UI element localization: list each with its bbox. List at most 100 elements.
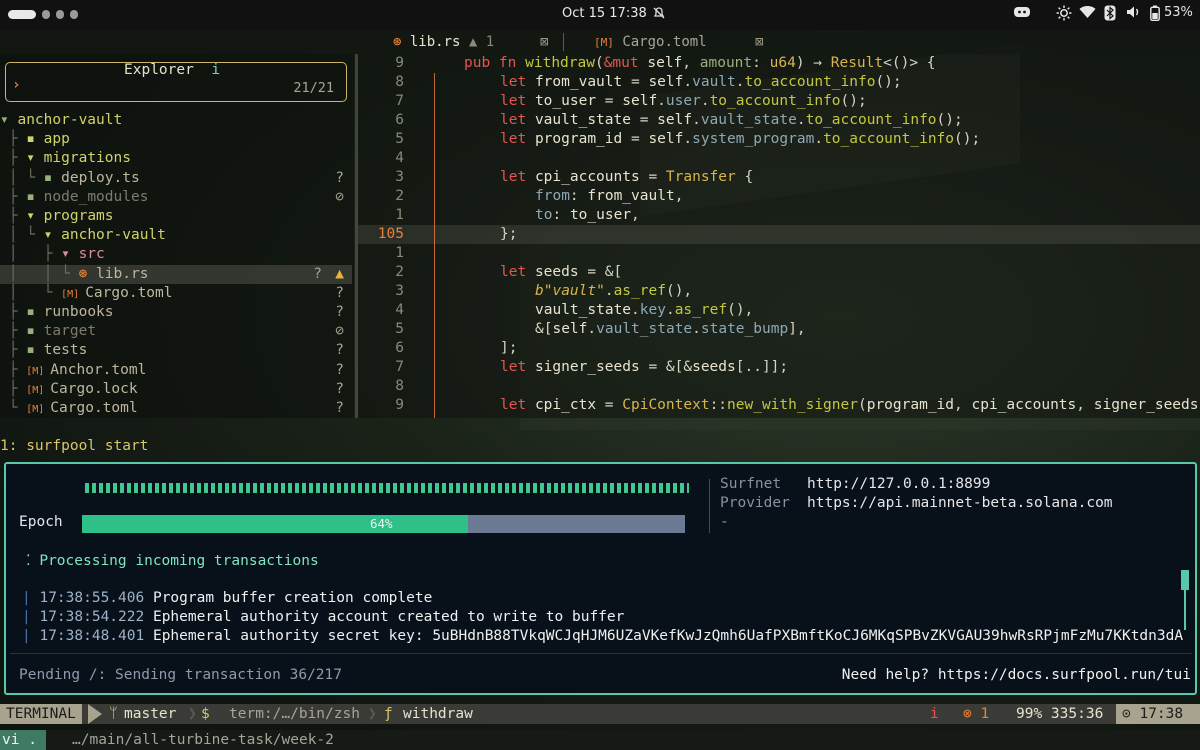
system-top-bar: Oct 15 17:38 53%: [0, 0, 1200, 30]
line-number: 5: [395, 131, 404, 147]
close-icon[interactable]: ⊠: [540, 34, 548, 50]
tree-item[interactable]: └ [M] Cargo.toml?: [0, 399, 352, 418]
code-line: let cpi_ctx = CpiContext::new_with_signe…: [500, 397, 1199, 413]
workspace-indicator[interactable]: [56, 10, 64, 19]
line-number: 6: [395, 340, 404, 356]
tab-cargo-toml[interactable]: [M] Cargo.toml: [594, 34, 707, 50]
log-entry: | 17:38:48.401 Ephemeral authority secre…: [22, 628, 1183, 644]
tree-guide: │ └: [0, 227, 44, 244]
code-line: let program_id = self.system_program.to_…: [500, 131, 981, 147]
tree-item[interactable]: ├ ▾ programs: [0, 207, 352, 226]
info-icon: i: [930, 706, 939, 722]
workspace-indicator[interactable]: [42, 10, 50, 19]
tree-item-label: target: [43, 323, 97, 340]
toml-file-icon: [M]: [594, 36, 614, 49]
toml-file-icon: [M]: [26, 404, 51, 415]
code-line: let from_vault = self.vault.to_account_i…: [500, 74, 902, 90]
explorer-count: 21/21: [293, 80, 334, 96]
tree-item[interactable]: │ ├ ▾ src: [0, 245, 352, 264]
processing-status: ⁚ Processing incoming transactions: [26, 553, 319, 569]
help-link[interactable]: Need help? https://docs.surfpool.run/tui: [842, 667, 1191, 683]
error-count[interactable]: ⊗ 1: [963, 704, 989, 724]
workspace-indicator-active[interactable]: [8, 10, 36, 19]
folder-open-icon: ▾: [26, 150, 44, 167]
surfnet-label: Surfnet: [720, 476, 782, 492]
tree-item[interactable]: ├ ▪ app: [0, 130, 352, 149]
tree-item[interactable]: │ └ [M] Cargo.toml?: [0, 284, 352, 303]
bluetooth-icon[interactable]: [1104, 5, 1116, 25]
tree-item[interactable]: │ └ ▾ anchor-vault: [0, 226, 352, 245]
explorer-search-box[interactable]: Explorer i › 21/21: [5, 62, 347, 102]
close-icon[interactable]: ⊠: [755, 34, 763, 50]
clock-icon: ⊙: [1122, 706, 1131, 722]
current-function: withdraw: [403, 706, 473, 722]
tree-guide: ├: [0, 361, 27, 378]
line-number: 5: [395, 321, 404, 337]
tab-label: lib.rs: [409, 34, 461, 50]
provider-url[interactable]: https://api.mainnet-beta.solana.com: [807, 495, 1113, 511]
folder-icon: ▪: [26, 342, 44, 359]
log-entry: | 17:38:54.222 Ephemeral authority accou…: [22, 609, 624, 625]
wifi-icon[interactable]: [1079, 5, 1096, 23]
code-line: b"vault".as_ref(),: [535, 283, 693, 299]
epoch-percent: 64%: [370, 516, 393, 531]
provider-label: Provider: [720, 495, 790, 511]
clock[interactable]: Oct 15 17:38: [562, 6, 647, 21]
scrollbar-track[interactable]: [1184, 590, 1186, 630]
current-line-highlight: [358, 225, 1200, 244]
epoch-progress-fill: [82, 515, 468, 533]
line-number: 8: [395, 378, 404, 394]
tree-item[interactable]: ├ ▾ migrations: [0, 149, 352, 168]
tree-item[interactable]: ├ [M] Anchor.toml?: [0, 361, 352, 380]
tree-item-label: Anchor.toml: [50, 361, 147, 378]
tree-item-label: src: [78, 246, 105, 263]
tree-guide: │ └: [0, 169, 44, 186]
line-number: 2: [395, 188, 404, 204]
tree-item[interactable]: ├ ▪ node_modules ⊘: [0, 188, 352, 207]
tree-item-label: runbooks: [43, 304, 114, 320]
log-bar: |: [22, 609, 40, 625]
folder-open-icon: ▾: [0, 112, 18, 128]
tree-item[interactable]: │ └ ▪ deploy.ts?: [0, 169, 352, 188]
tree-item-label: Cargo.toml: [50, 400, 138, 416]
scrollbar-thumb[interactable]: [1181, 570, 1189, 590]
discord-icon[interactable]: [1013, 5, 1031, 23]
tree-item[interactable]: ├ ▪ target ⊘: [0, 322, 352, 341]
info-icon: i: [211, 62, 221, 78]
code-editor[interactable]: 9 8 7 6 5 4 3 2 1 105 1 2 3 4 5 6 7 8 9 pub fn withdraw(&m…: [358, 54, 1200, 418]
workspace-indicator[interactable]: [70, 10, 78, 19]
tree-item-label: lib.rs: [96, 265, 149, 282]
tab-lib-rs[interactable]: ⊛ lib.rs ▲ 1: [393, 34, 494, 50]
bell-off-icon[interactable]: [652, 6, 666, 24]
log-message: Ephemeral authority secret key: 5uBHdnB8…: [152, 628, 1184, 644]
log-timestamp: 17:38:55.406: [39, 590, 153, 606]
status-clock: ⊙ 17:38: [1116, 704, 1200, 724]
battery-icon[interactable]: [1150, 5, 1160, 25]
brightness-icon[interactable]: [1056, 5, 1072, 25]
folder-open-icon: ▾: [61, 246, 79, 263]
tree-item[interactable]: ├ ▪ tests?: [0, 341, 352, 360]
tree-item[interactable]: ├ ▪ runbooks?: [0, 303, 352, 322]
git-branch[interactable]: master: [124, 704, 176, 724]
battery-percent: 53%: [1164, 5, 1193, 20]
tree-item[interactable]: ├ [M] Cargo.lock?: [0, 380, 352, 399]
tree-item[interactable]: │ │ └ ⊛ lib.rs? ▲: [0, 264, 352, 284]
volume-icon[interactable]: [1126, 5, 1142, 23]
tab-diagnostic-badge: ▲ 1: [468, 34, 495, 50]
line-number: 4: [395, 302, 404, 318]
tree-item[interactable]: ▾ anchor-vault: [0, 111, 352, 130]
folder-open-icon: ▾: [43, 227, 62, 244]
epoch-progress-bar: 64%: [82, 515, 685, 533]
log-timestamp: 17:38:54.222: [39, 609, 153, 625]
toml-file-icon: [M]: [26, 384, 51, 396]
code-line: };: [500, 226, 518, 242]
surfnet-url[interactable]: http://127.0.0.1:8899: [807, 476, 990, 492]
line-number: 1: [395, 245, 404, 261]
folder-icon: ▪: [26, 304, 44, 320]
pending-status: Pending /: Sending transaction 36/217: [19, 667, 343, 683]
function-icon: ƒ: [384, 706, 393, 722]
extra-value: -: [720, 514, 729, 530]
code-line: let signer_seeds = &[&seeds[..]];: [500, 359, 789, 375]
ignored-icon: ⊘: [335, 188, 344, 205]
tree-guide: └: [0, 400, 27, 416]
